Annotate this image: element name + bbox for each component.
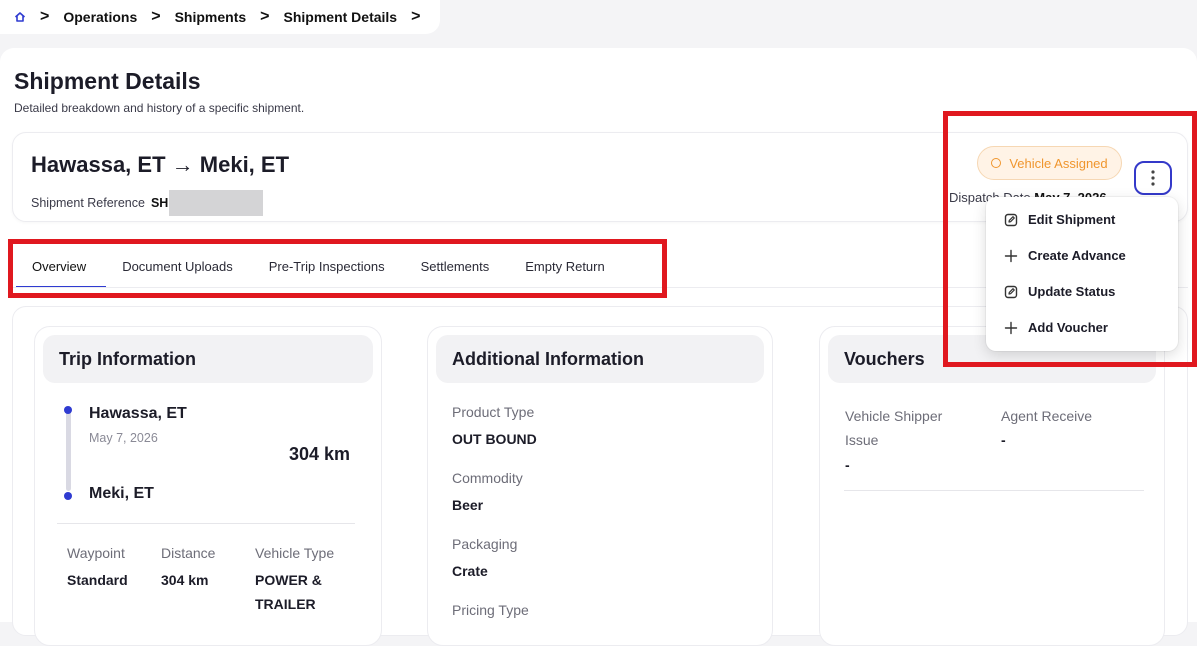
trip-origin: Hawassa, ET	[89, 405, 187, 422]
trip-information-title: Trip Information	[43, 335, 373, 383]
vehicle-shipper-issue-label: Vehicle Shipper Issue	[845, 404, 942, 452]
origin-dot-icon	[64, 406, 72, 414]
vouchers-card: Vouchers Vehicle Shipper Issue - Agent R…	[819, 326, 1165, 646]
divider	[844, 490, 1144, 491]
trip-distance: 304 km	[289, 444, 351, 464]
highlight-box-tabs	[8, 239, 667, 298]
vehicle-shipper-issue-value: -	[845, 457, 850, 473]
agent-receive-value: -	[1001, 432, 1006, 448]
reference-label: Shipment Reference	[31, 196, 145, 210]
vehicle-shipper-issue-label-line-2: Issue	[845, 432, 879, 448]
divider	[57, 523, 355, 524]
breadcrumb-operations[interactable]: Operations	[63, 9, 137, 25]
packaging-label: Packaging	[452, 536, 518, 552]
waypoint-label: Waypoint	[67, 545, 125, 561]
chevron-right-icon: >	[411, 8, 421, 25]
additional-information-title: Additional Information	[436, 335, 764, 383]
page-subtitle: Detailed breakdown and history of a spec…	[14, 101, 305, 115]
product-type-value: OUT BOUND	[452, 431, 537, 447]
trip-information-card: Trip Information Hawassa, ET May 7, 2026…	[34, 326, 382, 646]
commodity-value: Beer	[452, 497, 484, 513]
timeline-line	[66, 411, 71, 491]
trip-destination: Meki, ET	[89, 485, 154, 502]
waypoint-value: Standard	[67, 572, 128, 588]
route-destination: Meki, ET	[199, 152, 290, 177]
distance-label: Distance	[161, 545, 216, 561]
highlight-box-actions	[943, 111, 1197, 367]
chevron-right-icon: >	[40, 8, 50, 25]
arrow-right-icon: →	[171, 152, 194, 177]
agent-receive-label: Agent Receive	[1001, 408, 1093, 424]
vehicle-type-value: POWER & TRAILER	[255, 568, 322, 616]
vehicle-type-label: Vehicle Type	[255, 545, 335, 561]
destination-dot-icon	[64, 492, 72, 500]
route-origin: Hawassa, ET	[31, 152, 166, 177]
breadcrumb-shipment-details[interactable]: Shipment Details	[284, 9, 398, 25]
shipment-reference: Shipment Reference SH	[31, 190, 264, 216]
reference-value: SH	[150, 196, 169, 210]
additional-information-card: Additional Information Product Type OUT …	[427, 326, 773, 646]
commodity-label: Commodity	[452, 470, 523, 486]
chevron-right-icon: >	[151, 8, 161, 25]
breadcrumb: > Operations > Shipments > Shipment Deta…	[0, 0, 440, 34]
pricing-type-label: Pricing Type	[452, 602, 529, 618]
page-title: Shipment Details	[14, 68, 201, 94]
distance-value: 304 km	[161, 572, 209, 588]
redacted-block	[169, 190, 264, 216]
breadcrumb-shipments[interactable]: Shipments	[175, 9, 247, 25]
vehicle-type-line-2: TRAILER	[255, 596, 316, 612]
vehicle-type-line-1: POWER &	[255, 572, 322, 588]
product-type-label: Product Type	[452, 404, 535, 420]
chevron-right-icon: >	[260, 8, 270, 25]
packaging-value: Crate	[452, 563, 488, 579]
shipment-route: Hawassa, ET → Meki, ET	[31, 152, 289, 178]
vehicle-shipper-issue-label-line-1: Vehicle Shipper	[845, 408, 943, 424]
trip-date: May 7, 2026	[89, 431, 158, 445]
home-icon[interactable]	[14, 11, 26, 23]
